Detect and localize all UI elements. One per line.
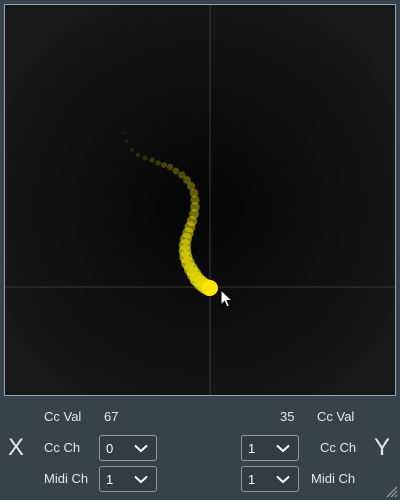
chevron-down-icon — [134, 444, 148, 453]
xy-pad[interactable] — [4, 4, 396, 396]
y-axis-letter: Y — [374, 434, 391, 461]
trail-dot — [130, 148, 134, 152]
cursor-dot[interactable] — [202, 280, 218, 296]
x-cc-ch-dropdown[interactable]: 0 — [99, 435, 157, 461]
trail-dot — [160, 161, 168, 169]
x-midi-ch-label: Midi Ch — [44, 471, 89, 486]
trail-dot — [149, 157, 155, 163]
y-cc-ch-label: Cc Ch — [320, 440, 357, 455]
y-cc-val-value: 35 — [280, 409, 295, 424]
trail-dot — [121, 131, 125, 135]
trail-dot — [142, 155, 148, 161]
chevron-down-icon — [276, 444, 290, 453]
x-cc-ch-value: 0 — [106, 441, 114, 456]
y-cc-ch-dropdown[interactable]: 1 — [241, 435, 299, 461]
y-cc-ch-value: 1 — [248, 441, 256, 456]
xy-pad-canvas[interactable] — [5, 5, 395, 395]
y-midi-ch-label: Midi Ch — [311, 471, 356, 486]
trail-dot — [166, 163, 174, 171]
x-midi-ch-value: 1 — [106, 472, 114, 487]
y-midi-ch-dropdown[interactable]: 1 — [241, 466, 299, 492]
y-cc-val-label: Cc Val — [317, 409, 355, 424]
x-cc-val-value: 67 — [104, 409, 119, 424]
x-midi-ch-dropdown[interactable]: 1 — [99, 466, 157, 492]
trail-dot — [155, 160, 161, 166]
x-cc-ch-label: Cc Ch — [44, 440, 81, 455]
chevron-down-icon — [134, 475, 148, 484]
resize-grip-icon[interactable] — [384, 484, 398, 498]
x-axis-letter: X — [8, 434, 25, 461]
y-midi-ch-value: 1 — [248, 472, 256, 487]
trail-dot — [172, 167, 180, 175]
chevron-down-icon — [276, 475, 290, 484]
trail-dot — [125, 139, 129, 143]
pad-background — [5, 5, 395, 395]
x-cc-val-label: Cc Val — [44, 409, 82, 424]
trail-dot — [135, 152, 141, 158]
